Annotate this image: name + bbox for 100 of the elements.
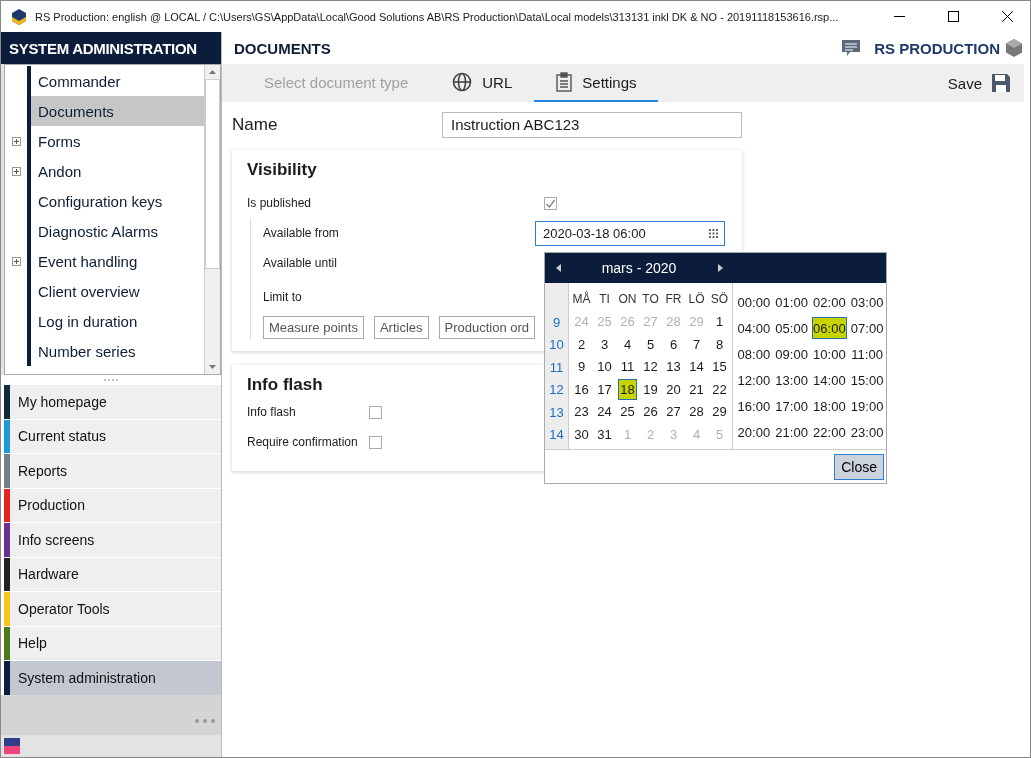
minimize-icon: [893, 16, 905, 17]
time-option[interactable]: 06:00: [811, 317, 848, 339]
time-option[interactable]: 05:00: [772, 315, 811, 341]
module-item[interactable]: Info screens: [4, 523, 221, 557]
time-option[interactable]: 17:00: [772, 393, 811, 419]
time-option[interactable]: 22:00: [810, 419, 849, 445]
field-label: Available from: [263, 226, 339, 240]
module-item[interactable]: Hardware: [4, 557, 221, 591]
time-option[interactable]: 18:00: [810, 393, 849, 419]
calendar-day[interactable]: 15: [708, 355, 731, 378]
expand-icon[interactable]: [11, 136, 21, 146]
time-option[interactable]: 13:00: [772, 367, 811, 393]
time-option[interactable]: 12:00: [735, 367, 773, 393]
calendar-day[interactable]: 4: [616, 333, 639, 356]
checkbox[interactable]: [369, 405, 382, 419]
calendar-day[interactable]: 7: [685, 333, 708, 356]
tree-item[interactable]: Andon: [31, 156, 204, 186]
time-option[interactable]: 03:00: [848, 289, 886, 315]
previous-month-icon[interactable]: [555, 264, 561, 272]
tree-item[interactable]: Documents: [31, 96, 204, 126]
module-item[interactable]: Current status: [4, 419, 221, 453]
tab[interactable]: Settings: [534, 64, 659, 102]
calendar-day[interactable]: 31: [593, 423, 616, 446]
limit-button[interactable]: Articles: [373, 316, 429, 339]
expand-icon[interactable]: [11, 256, 21, 266]
calendar-day[interactable]: 23: [570, 400, 593, 423]
time-option[interactable]: 01:00: [772, 289, 811, 315]
calendar-day[interactable]: 22: [708, 378, 731, 401]
calendar-day[interactable]: 17: [593, 378, 616, 401]
scrollbar[interactable]: [204, 65, 220, 374]
time-option[interactable]: 11:00: [848, 341, 886, 367]
time-option[interactable]: 15:00: [848, 367, 886, 393]
calendar-day[interactable]: 27: [662, 400, 685, 423]
close-button[interactable]: Close: [834, 453, 884, 480]
tree-item[interactable]: Configuration keys: [31, 186, 204, 216]
calendar-day[interactable]: 11: [616, 355, 639, 378]
date-field[interactable]: 2020-03-18 06:00: [535, 220, 725, 246]
module-item[interactable]: Operator Tools: [4, 592, 221, 626]
flag-icon[interactable]: [4, 738, 20, 754]
time-option[interactable]: 04:00: [735, 315, 773, 341]
time-option[interactable]: 09:00: [772, 341, 811, 367]
calendar-day[interactable]: 19: [639, 378, 662, 401]
tree-item[interactable]: Log in duration: [31, 306, 204, 336]
sidebar-title: SYSTEM ADMINISTRATION: [1, 32, 221, 64]
name-field[interactable]: Instruction ABC123: [442, 112, 742, 138]
calendar-day[interactable]: 2: [570, 333, 593, 356]
chat-icon[interactable]: [842, 39, 861, 57]
time-option[interactable]: 20:00: [735, 419, 773, 445]
calendar-day[interactable]: 24: [593, 400, 616, 423]
calendar-day[interactable]: 5: [639, 333, 662, 356]
module-item[interactable]: Reports: [4, 454, 221, 488]
module-item[interactable]: System administration: [4, 661, 221, 695]
calendar-day[interactable]: 1: [708, 310, 731, 333]
calendar-day[interactable]: 13: [662, 355, 685, 378]
splitter-handle-icon[interactable]: [104, 379, 118, 381]
calendar-day[interactable]: 29: [708, 400, 731, 423]
save-button[interactable]: Save: [947, 64, 1024, 102]
module-item[interactable]: Help: [4, 626, 221, 660]
expand-icon[interactable]: [11, 166, 21, 176]
time-option[interactable]: 08:00: [735, 341, 773, 367]
time-option[interactable]: 02:00: [810, 289, 849, 315]
time-option[interactable]: 19:00: [848, 393, 886, 419]
time-option[interactable]: 10:00: [810, 341, 849, 367]
module-item[interactable]: My homepage: [4, 385, 221, 419]
save-icon: [992, 74, 1010, 92]
tab[interactable]: URL: [430, 64, 535, 102]
calendar-day[interactable]: 8: [708, 333, 731, 356]
calendar-day[interactable]: 21: [685, 378, 708, 401]
calendar-day[interactable]: 14: [685, 355, 708, 378]
calendar-day[interactable]: 18: [618, 379, 637, 400]
tree-item[interactable]: Forms: [31, 126, 204, 156]
time-option[interactable]: 00:00: [735, 289, 773, 315]
checkbox[interactable]: [369, 435, 382, 449]
time-option[interactable]: 14:00: [810, 367, 849, 393]
next-month-icon[interactable]: [717, 264, 723, 272]
calendar-day[interactable]: 6: [662, 333, 685, 356]
calendar-day[interactable]: 28: [685, 400, 708, 423]
limit-button[interactable]: Production ord: [438, 316, 536, 339]
tree-item[interactable]: Commander: [31, 66, 204, 96]
published-checkbox[interactable]: [544, 196, 557, 210]
calendar-day[interactable]: 16: [570, 378, 593, 401]
limit-button[interactable]: Measure points: [263, 316, 364, 339]
week-number: 12: [548, 381, 565, 400]
module-item[interactable]: Production: [4, 488, 221, 522]
calendar-day[interactable]: 12: [639, 355, 662, 378]
time-option[interactable]: 21:00: [772, 419, 811, 445]
time-option[interactable]: 23:00: [848, 419, 886, 445]
tree-item[interactable]: Client overview: [31, 276, 204, 306]
calendar-day[interactable]: 20: [662, 378, 685, 401]
calendar-day[interactable]: 10: [593, 355, 616, 378]
time-option[interactable]: 16:00: [735, 393, 773, 419]
calendar-day[interactable]: 25: [616, 400, 639, 423]
tree-item[interactable]: Number series: [31, 336, 204, 366]
calendar-day[interactable]: 26: [639, 400, 662, 423]
calendar-day[interactable]: 30: [570, 423, 593, 446]
time-option[interactable]: 07:00: [848, 315, 886, 341]
calendar-day[interactable]: 9: [570, 355, 593, 378]
tree-item[interactable]: Diagnostic Alarms: [31, 216, 204, 246]
calendar-day[interactable]: 3: [593, 333, 616, 356]
tree-item[interactable]: Event handling: [31, 246, 204, 276]
